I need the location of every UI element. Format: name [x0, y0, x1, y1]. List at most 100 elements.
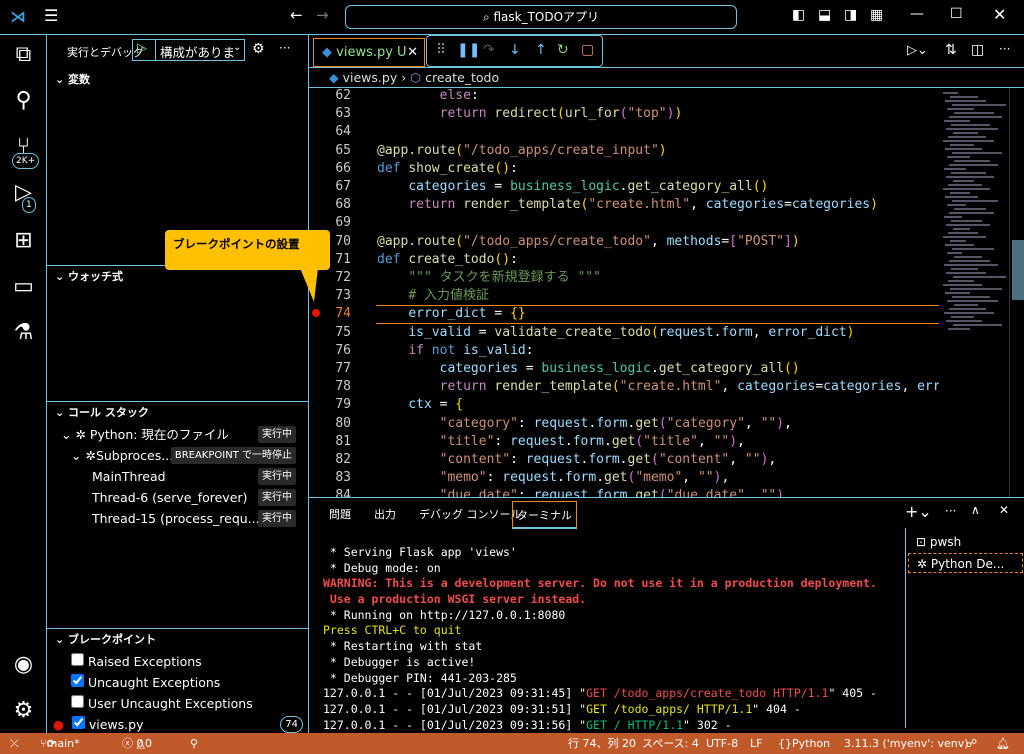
- indentation[interactable]: スペース: 4: [642, 733, 699, 754]
- breakpoints-header[interactable]: ⌄ ブレークポイント: [47, 629, 308, 651]
- more-icon[interactable]: ···: [279, 41, 290, 55]
- minimap-line: [952, 296, 990, 298]
- breakpoint-user-uncaught[interactable]: User Uncaught Exceptions: [71, 693, 253, 714]
- restart-icon[interactable]: ↻: [557, 42, 569, 58]
- line-number: 62: [335, 88, 351, 103]
- code-token: ): [776, 488, 785, 497]
- testing-icon[interactable]: ⚗: [0, 313, 47, 353]
- callstack-thread[interactable]: MainThread 実行中: [92, 466, 308, 487]
- terminal-item-pwsh[interactable]: ⊡ pwsh: [908, 532, 1023, 552]
- debug-config-select[interactable]: ▷ 構成がありま ⌄: [132, 39, 245, 61]
- minimap-line: [953, 180, 974, 182]
- terminal-output[interactable]: * Serving Flask app 'views' * Debug mode…: [323, 545, 903, 733]
- source-control-icon[interactable]: ⑂ 2K+: [0, 127, 47, 169]
- search-icon[interactable]: ⚲: [0, 81, 47, 121]
- tab-views-py[interactable]: ◆ views.py U ✕: [313, 38, 425, 67]
- toggle-secondary-icon[interactable]: ◨: [844, 7, 857, 23]
- split-editor-icon[interactable]: ◫: [971, 42, 984, 58]
- step-into-icon[interactable]: ↓: [509, 42, 521, 58]
- compare-changes-icon[interactable]: ⇅: [945, 42, 957, 58]
- minimap-line: [947, 300, 998, 302]
- callstack-label: Python: 現在のファイル: [89, 427, 229, 442]
- stop-icon[interactable]: ▢: [581, 42, 594, 58]
- feedback-icon[interactable]: ☍: [966, 733, 977, 754]
- editor-scrollbar[interactable]: [1009, 88, 1024, 497]
- callstack-header[interactable]: ⌄ コール スタック: [47, 402, 308, 424]
- minimap-line: [947, 252, 962, 254]
- code-token: if: [408, 342, 424, 358]
- close-icon[interactable]: ✕: [993, 5, 1006, 24]
- maximize-panel-icon[interactable]: ∧: [971, 503, 980, 517]
- run-file-icon[interactable]: ▷⌄: [907, 43, 928, 58]
- code-token: # 入力値検証: [408, 288, 489, 304]
- more-icon[interactable]: ···: [945, 504, 956, 518]
- remote-icon[interactable]: ⤫: [10, 733, 19, 754]
- step-over-icon[interactable]: ↷: [483, 42, 495, 58]
- layout-icon[interactable]: ▦: [870, 7, 883, 23]
- tab-debug-console[interactable]: デバッグ コンソール: [419, 506, 522, 522]
- more-actions-icon[interactable]: ···: [999, 42, 1010, 56]
- code-token: error: [917, 379, 939, 395]
- language-mode[interactable]: {} Python: [778, 733, 830, 754]
- code-token: (): [784, 361, 800, 376]
- tab-terminal[interactable]: ターミナル: [512, 501, 577, 529]
- callstack-session[interactable]: ⌄ ✲ Python: 現在のファイル 実行中: [61, 424, 308, 445]
- close-panel-icon[interactable]: ✕: [999, 503, 1009, 517]
- problems-item[interactable]: ⓧ 0 △ 0: [122, 733, 152, 754]
- code-line: return render_template("create.html", ca…: [377, 196, 878, 214]
- tab-problems[interactable]: 問題: [329, 506, 351, 522]
- start-debug-icon[interactable]: ▷: [137, 41, 147, 56]
- terminal-list: ⊡ pwsh ✲ Python De...: [905, 528, 1024, 728]
- branch-item[interactable]: ⑂ main* ⟳: [40, 733, 80, 754]
- settings-gear-icon[interactable]: ⚙: [0, 691, 47, 731]
- extensions-icon[interactable]: ⊞: [0, 221, 47, 261]
- checkbox[interactable]: [71, 674, 84, 687]
- maximize-icon[interactable]: ☐: [950, 6, 963, 22]
- breakpoint-uncaught[interactable]: Uncaught Exceptions: [71, 672, 220, 693]
- remote-explorer-icon[interactable]: ▭: [0, 267, 47, 307]
- minimize-icon[interactable]: —: [910, 6, 924, 22]
- explorer-icon[interactable]: ⧉: [0, 35, 47, 75]
- run-debug-icon[interactable]: ▷ 1: [0, 173, 47, 213]
- drag-handle-icon[interactable]: ⠿: [436, 42, 446, 58]
- scrollbar-thumb[interactable]: [1012, 240, 1024, 300]
- gear-icon[interactable]: ⚙: [252, 41, 265, 57]
- code-token: "content": [439, 452, 511, 467]
- variables-header[interactable]: ⌄ 変数: [47, 69, 308, 91]
- code-token: "category": [439, 415, 518, 431]
- cursor-position[interactable]: 行 74、列 20: [568, 733, 636, 754]
- breadcrumb-symbol[interactable]: create_todo: [425, 70, 499, 85]
- debug-icon[interactable]: ⚲: [190, 733, 198, 754]
- forward-arrow-icon[interactable]: →: [316, 6, 329, 24]
- step-out-icon[interactable]: ↑: [535, 42, 547, 58]
- new-terminal-icon[interactable]: +⌄: [905, 502, 932, 521]
- tab-output[interactable]: 出力: [374, 506, 396, 522]
- account-icon[interactable]: ◉: [0, 645, 47, 685]
- menu-icon[interactable]: ☰: [44, 6, 58, 25]
- toggle-panel-icon[interactable]: ⬓: [818, 7, 831, 23]
- breakpoint-file[interactable]: ● views.py 74: [53, 714, 303, 735]
- checkbox[interactable]: [71, 695, 84, 708]
- checkbox[interactable]: [71, 653, 84, 666]
- line-number: 80: [335, 415, 351, 431]
- code-token: [: [729, 233, 738, 249]
- command-center-search[interactable]: ⌕ flask_TODOアプリ: [345, 5, 737, 29]
- notifications-icon[interactable]: 🔔︎: [996, 733, 1010, 754]
- eol[interactable]: LF: [750, 733, 762, 754]
- code-editor[interactable]: 62 else: 63 return redirect(url_for("top"…: [309, 88, 939, 497]
- breadcrumb-file[interactable]: views.py: [343, 70, 398, 85]
- close-tab-icon[interactable]: ✕: [407, 39, 418, 66]
- callstack-thread[interactable]: Thread-6 (serve_forever) 実行中: [92, 487, 308, 508]
- toggle-sidebar-icon[interactable]: ◧: [792, 7, 805, 23]
- terminal-item-python-debug[interactable]: ✲ Python De...: [908, 553, 1023, 573]
- callstack-process[interactable]: ⌄ ✲Subproces... BREAKPOINT で一時停止: [71, 445, 308, 466]
- encoding[interactable]: UTF-8: [706, 733, 738, 754]
- python-interpreter[interactable]: 3.11.3 ('myenv': venv): [844, 733, 969, 754]
- callstack-thread[interactable]: Thread-15 (process_requ... 実行中: [92, 508, 308, 529]
- minimap[interactable]: [939, 88, 1009, 497]
- back-arrow-icon[interactable]: ←: [290, 6, 303, 24]
- pause-icon[interactable]: ❚❚: [457, 42, 480, 58]
- checkbox[interactable]: [71, 716, 85, 729]
- code-token: ,: [737, 433, 745, 449]
- breakpoint-raised[interactable]: Raised Exceptions: [71, 651, 202, 672]
